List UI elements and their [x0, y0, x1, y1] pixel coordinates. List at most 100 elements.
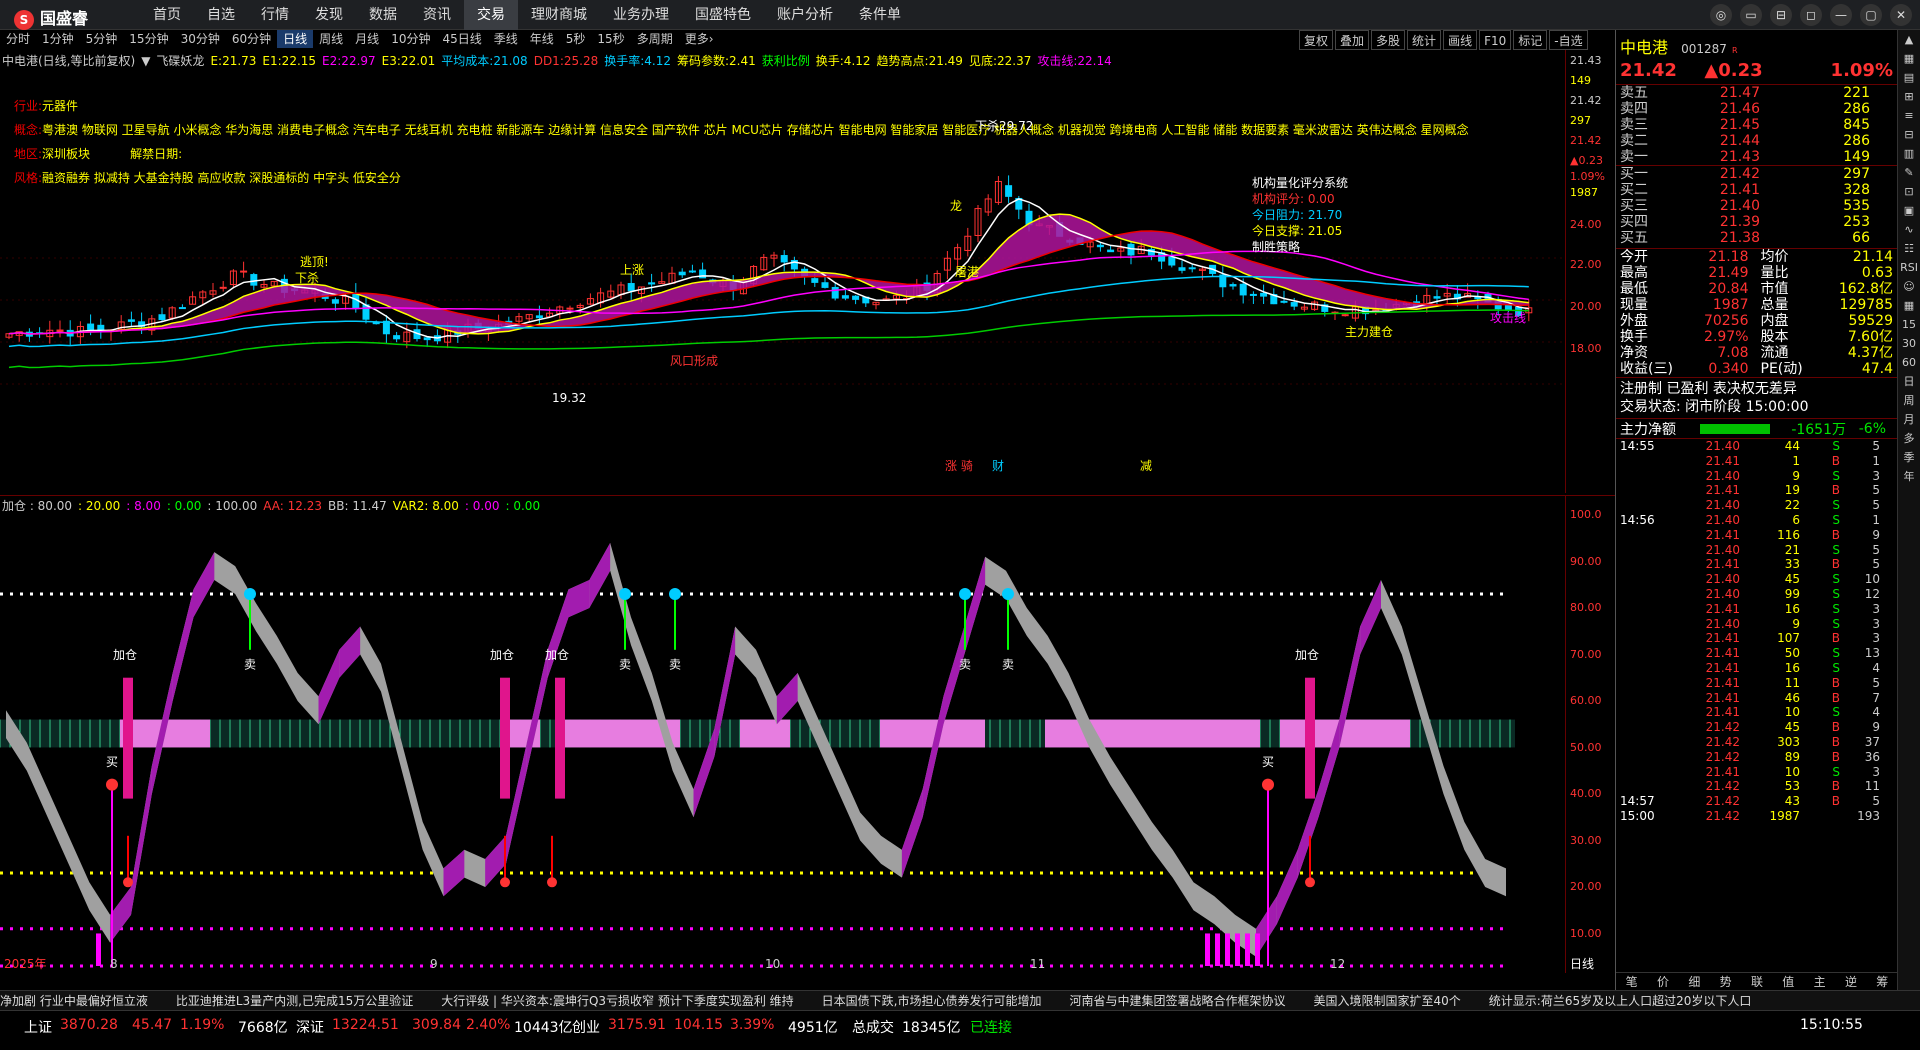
period-tab[interactable]: 年线 — [524, 30, 560, 48]
orderbook-row[interactable]: 买一 21.42 297 — [1620, 166, 1893, 182]
orderbook-row[interactable]: 买五 21.38 66 — [1620, 230, 1893, 246]
news-item[interactable]: 美国入境限制国家扩至40个 — [1314, 994, 1461, 1008]
menu-item[interactable]: 资讯 — [410, 0, 464, 30]
chart-tool-button[interactable]: -自选 — [1549, 30, 1588, 50]
side-tool-icon[interactable]: ✎ — [1898, 163, 1920, 182]
side-tool-icon[interactable]: ≡ — [1898, 106, 1920, 125]
orderbook-row[interactable]: 买三 21.40 535 — [1620, 198, 1893, 214]
side-tool-icon[interactable]: 月 — [1898, 410, 1920, 429]
quote-tab[interactable]: 主 — [1804, 973, 1835, 990]
kline-panel[interactable]: 中电港(日线,等比前复权) ▼ 飞碟妖龙 E:21.73 E1:22.15 E2:22.9… — [0, 50, 1615, 493]
period-tab[interactable]: 周线 — [313, 30, 349, 48]
period-tab[interactable]: 5秒 — [560, 30, 592, 48]
side-tool-icon[interactable]: ▤ — [1898, 68, 1920, 87]
period-tab[interactable]: 分时 — [0, 30, 36, 48]
side-tool-icon[interactable]: 30 — [1898, 334, 1920, 353]
side-tool-icon[interactable]: ▥ — [1898, 144, 1920, 163]
news-item[interactable]: 大行评级 | 华兴资本:震坤行Q3亏损收窄 预计下季度实现盈利 维持 — [441, 994, 793, 1008]
window-control-icon[interactable]: ▢ — [1860, 4, 1882, 26]
side-tool-icon[interactable]: ▦ — [1898, 49, 1920, 68]
tick-list[interactable]: 14:55 21.40 44 S 5 21.41 1 B 1 21.40 9 S 3 21.41 19 B 5 2… — [1616, 438, 1897, 824]
menu-item[interactable]: 条件单 — [846, 0, 914, 30]
side-tool-icon[interactable]: 60 — [1898, 353, 1920, 372]
side-tool-icon[interactable]: ▣ — [1898, 201, 1920, 220]
chart-tool-button[interactable]: 画线 — [1443, 30, 1478, 50]
chart-tool-button[interactable]: 多股 — [1371, 30, 1406, 50]
quote-tab[interactable]: 细 — [1679, 973, 1710, 990]
news-item[interactable]: 河南省与中建集团签署战略合作框架协议 — [1070, 994, 1286, 1008]
orderbook-row[interactable]: 买二 21.41 328 — [1620, 182, 1893, 198]
side-tool-icon[interactable]: 季 — [1898, 448, 1920, 467]
menu-item[interactable]: 交易 — [464, 0, 518, 30]
side-tool-icon[interactable]: 多 — [1898, 429, 1920, 448]
side-tool-icon[interactable]: ⊞ — [1898, 87, 1920, 106]
menu-item[interactable]: 发现 — [302, 0, 356, 30]
period-tab[interactable]: 季线 — [488, 30, 524, 48]
period-tab[interactable]: 更多› — [679, 30, 720, 48]
orderbook-row[interactable]: 卖五 21.47 221 — [1620, 85, 1893, 101]
orderbook-row[interactable]: 卖一 21.43 149 — [1620, 149, 1893, 165]
tick-volume: 10 — [1784, 764, 1800, 779]
news-item[interactable]: 日本国债下跌,市场担心债券发行可能增加 — [822, 994, 1042, 1008]
quote-tab[interactable]: 笔 — [1616, 973, 1647, 990]
indicator-panel[interactable]: 加仓 : 80.00: 20.00: 8.00: 0.00: 100.00 AA:… — [0, 495, 1615, 973]
window-control-icon[interactable]: ◎ — [1710, 4, 1732, 26]
chart-tool-button[interactable]: 叠加 — [1335, 30, 1370, 50]
side-tool-icon[interactable]: 周 — [1898, 391, 1920, 410]
window-control-icon[interactable]: — — [1830, 4, 1852, 26]
orderbook-row[interactable]: 买四 21.39 253 — [1620, 214, 1893, 230]
period-tab[interactable]: 30分钟 — [175, 30, 226, 48]
side-tool-icon[interactable]: ☷ — [1898, 239, 1920, 258]
quote-tab[interactable]: 势 — [1710, 973, 1741, 990]
period-tab[interactable]: 多周期 — [631, 30, 679, 48]
menu-item[interactable]: 账户分析 — [764, 0, 846, 30]
chart-tool-button[interactable]: F10 — [1479, 30, 1512, 50]
quote-tab[interactable]: 筹 — [1867, 973, 1898, 990]
period-tab[interactable]: 15分钟 — [123, 30, 174, 48]
side-tool-icon[interactable]: ∿ — [1898, 220, 1920, 239]
chart-tool-button[interactable]: 标记 — [1513, 30, 1548, 50]
news-item[interactable]: 统计显示:荷兰65岁及以上人口超过20岁以下人口 — [1489, 994, 1752, 1008]
period-tab[interactable]: 10分钟 — [385, 30, 436, 48]
side-tool-icon[interactable]: 15 — [1898, 315, 1920, 334]
menu-item[interactable]: 数据 — [356, 0, 410, 30]
period-tab[interactable]: 15秒 — [591, 30, 630, 48]
chart-tool-button[interactable]: 统计 — [1407, 30, 1442, 50]
window-control-icon[interactable]: ▭ — [1740, 4, 1762, 26]
side-tool-icon[interactable]: ▦ — [1898, 296, 1920, 315]
window-control-icon[interactable]: ⊟ — [1770, 4, 1792, 26]
period-tab[interactable]: 月线 — [349, 30, 385, 48]
quote-tab[interactable]: 联 — [1741, 973, 1772, 990]
orderbook-row[interactable]: 卖三 21.45 845 — [1620, 117, 1893, 133]
period-tab[interactable]: 45日线 — [436, 30, 487, 48]
orderbook-row[interactable]: 卖四 21.46 286 — [1620, 101, 1893, 117]
period-tab[interactable]: 5分钟 — [80, 30, 124, 48]
news-item[interactable]: 比亚迪推进L3量产内测,已完成15万公里验证 — [176, 994, 413, 1008]
tick-count: 3 — [1872, 616, 1880, 631]
side-tool-icon[interactable]: RSI — [1898, 258, 1920, 277]
side-tool-icon[interactable]: ⊡ — [1898, 182, 1920, 201]
side-tool-icon[interactable]: 年 — [1898, 467, 1920, 486]
menu-item[interactable]: 行情 — [248, 0, 302, 30]
menu-item[interactable]: 自选 — [194, 0, 248, 30]
side-tool-icon[interactable]: ⊟ — [1898, 125, 1920, 144]
orderbook-row[interactable]: 卖二 21.44 286 — [1620, 133, 1893, 149]
chart-tool-button[interactable]: 复权 — [1299, 30, 1334, 50]
tick-price: 21.41 — [1705, 483, 1740, 498]
side-tool-icon[interactable]: ▲ — [1898, 30, 1920, 49]
menu-item[interactable]: 业务办理 — [600, 0, 682, 30]
period-tab[interactable]: 60分钟 — [226, 30, 277, 48]
side-tool-icon[interactable]: 日 — [1898, 372, 1920, 391]
quote-tab[interactable]: 值 — [1773, 973, 1804, 990]
side-tool-icon[interactable]: ☺ — [1898, 277, 1920, 296]
window-control-icon[interactable]: ◻ — [1800, 4, 1822, 26]
menu-item[interactable]: 理财商城 — [518, 0, 600, 30]
period-tab[interactable]: 1分钟 — [36, 30, 80, 48]
menu-item[interactable]: 首页 — [140, 0, 194, 30]
quote-tab[interactable]: 价 — [1647, 973, 1678, 990]
news-item[interactable]: 净加剧 行业中最偏好恒立液 — [0, 994, 148, 1008]
menu-item[interactable]: 国盛特色 — [682, 0, 764, 30]
quote-tab[interactable]: 逆 — [1835, 973, 1866, 990]
period-tab[interactable]: 日线 — [277, 30, 314, 48]
window-control-icon[interactable]: ✕ — [1890, 4, 1912, 26]
